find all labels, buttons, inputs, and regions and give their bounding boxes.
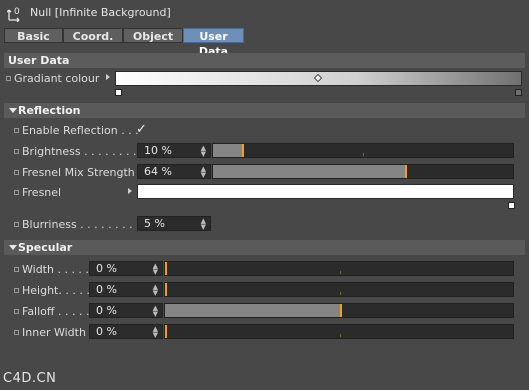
enable-reflection-checkbox[interactable]: ✓ [136, 122, 147, 137]
watermark: C4D.CN [3, 371, 57, 386]
slider-handle[interactable] [242, 144, 244, 157]
animation-dot[interactable] [6, 76, 11, 81]
fresnel-mix-field[interactable]: 64 % ▲ ▼ [137, 164, 211, 179]
expand-arrow-icon[interactable] [128, 188, 132, 194]
stepper-arrows-icon[interactable]: ▲ ▼ [153, 284, 158, 297]
brightness-field[interactable]: 10 % ▲ ▼ [137, 143, 211, 158]
blurriness-label: Blurriness . . . . . . . . . [22, 218, 140, 231]
specular-heading-label: Specular [18, 241, 73, 254]
animation-dot[interactable] [14, 149, 19, 154]
slider-tick [340, 334, 341, 337]
user-data-heading: User Data [4, 53, 525, 68]
slider-tick [340, 271, 341, 274]
slider-handle[interactable] [165, 262, 167, 275]
slider-handle[interactable] [165, 325, 167, 338]
brightness-value: 10 % [144, 144, 172, 157]
stepper-arrows-icon[interactable]: ▲ ▼ [201, 218, 206, 231]
fresnel-mix-label: Fresnel Mix Strength [22, 166, 135, 179]
stepper-arrows-icon[interactable]: ▲ ▼ [153, 263, 158, 276]
falloff-label: Falloff . . . . . [22, 305, 90, 318]
gradient-end-knot[interactable] [515, 89, 522, 96]
reflection-heading-label: Reflection [18, 104, 81, 117]
enable-reflection-label: Enable Reflection . . . [22, 124, 139, 137]
stepper-arrows-icon[interactable]: ▲ ▼ [153, 326, 158, 339]
animation-dot[interactable] [14, 128, 19, 133]
tab-user-data[interactable]: User Data [183, 28, 244, 58]
expand-arrow-icon[interactable] [106, 74, 110, 80]
slider-fill [213, 144, 243, 157]
fresnel-mix-slider[interactable] [212, 164, 514, 179]
falloff-slider[interactable] [164, 303, 514, 318]
gradient-end-knot[interactable] [508, 202, 515, 209]
brightness-slider[interactable] [212, 143, 514, 158]
svg-text:0: 0 [14, 7, 20, 17]
slider-fill [213, 165, 406, 178]
tab-coord[interactable]: Coord. [63, 28, 123, 43]
slider-handle[interactable] [405, 165, 407, 178]
gradient-label: Gradiant colour [14, 72, 100, 85]
fresnel-gradient-bar[interactable] [137, 184, 514, 199]
collapse-triangle-icon [9, 245, 17, 250]
falloff-field[interactable]: 0 % ▲ ▼ [89, 303, 163, 318]
slider-tick [363, 153, 364, 156]
animation-dot[interactable] [14, 330, 19, 335]
width-value: 0 % [96, 262, 117, 275]
animation-dot[interactable] [14, 267, 19, 272]
animation-dot[interactable] [14, 190, 19, 195]
inner-width-label: Inner Width [22, 326, 86, 339]
animation-dot[interactable] [14, 222, 19, 227]
fresnel-label: Fresnel [22, 186, 62, 199]
null-object-icon: 0 [7, 7, 20, 22]
height-value: 0 % [96, 283, 117, 296]
width-label: Width . . . . . [22, 263, 89, 276]
width-slider[interactable] [164, 261, 514, 276]
stepper-arrows-icon[interactable]: ▲ ▼ [153, 305, 158, 318]
inner-width-slider[interactable] [164, 324, 514, 339]
animation-dot[interactable] [14, 288, 19, 293]
stepper-arrows-icon[interactable]: ▲ ▼ [201, 145, 206, 158]
falloff-value: 0 % [96, 304, 117, 317]
tab-object[interactable]: Object [123, 28, 183, 43]
slider-handle[interactable] [165, 283, 167, 296]
fresnel-mix-value: 64 % [144, 165, 172, 178]
animation-dot[interactable] [14, 170, 19, 175]
collapse-triangle-icon [9, 108, 17, 113]
attribute-header: 0 Null [Infinite Background] [0, 0, 529, 26]
height-field[interactable]: 0 % ▲ ▼ [89, 282, 163, 297]
blurriness-field[interactable]: 5 % ▲ ▼ [137, 216, 211, 231]
blurriness-value: 5 % [144, 217, 165, 230]
gradient-start-knot[interactable] [115, 89, 122, 96]
reflection-group-heading[interactable]: Reflection [4, 103, 525, 118]
specular-group-heading[interactable]: Specular [4, 240, 525, 255]
slider-tick [340, 292, 341, 295]
height-slider[interactable] [164, 282, 514, 297]
inner-width-value: 0 % [96, 325, 117, 338]
stepper-arrows-icon[interactable]: ▲ ▼ [201, 166, 206, 179]
brightness-label: Brightness . . . . . . . . . [22, 145, 144, 158]
object-title: Null [Infinite Background] [30, 6, 171, 19]
slider-handle[interactable] [340, 304, 342, 317]
width-field[interactable]: 0 % ▲ ▼ [89, 261, 163, 276]
tab-basic[interactable]: Basic [4, 28, 63, 43]
height-label: Height. . . . . [22, 284, 90, 297]
animation-dot[interactable] [14, 309, 19, 314]
inner-width-field[interactable]: 0 % ▲ ▼ [89, 324, 163, 339]
slider-fill [165, 304, 341, 317]
